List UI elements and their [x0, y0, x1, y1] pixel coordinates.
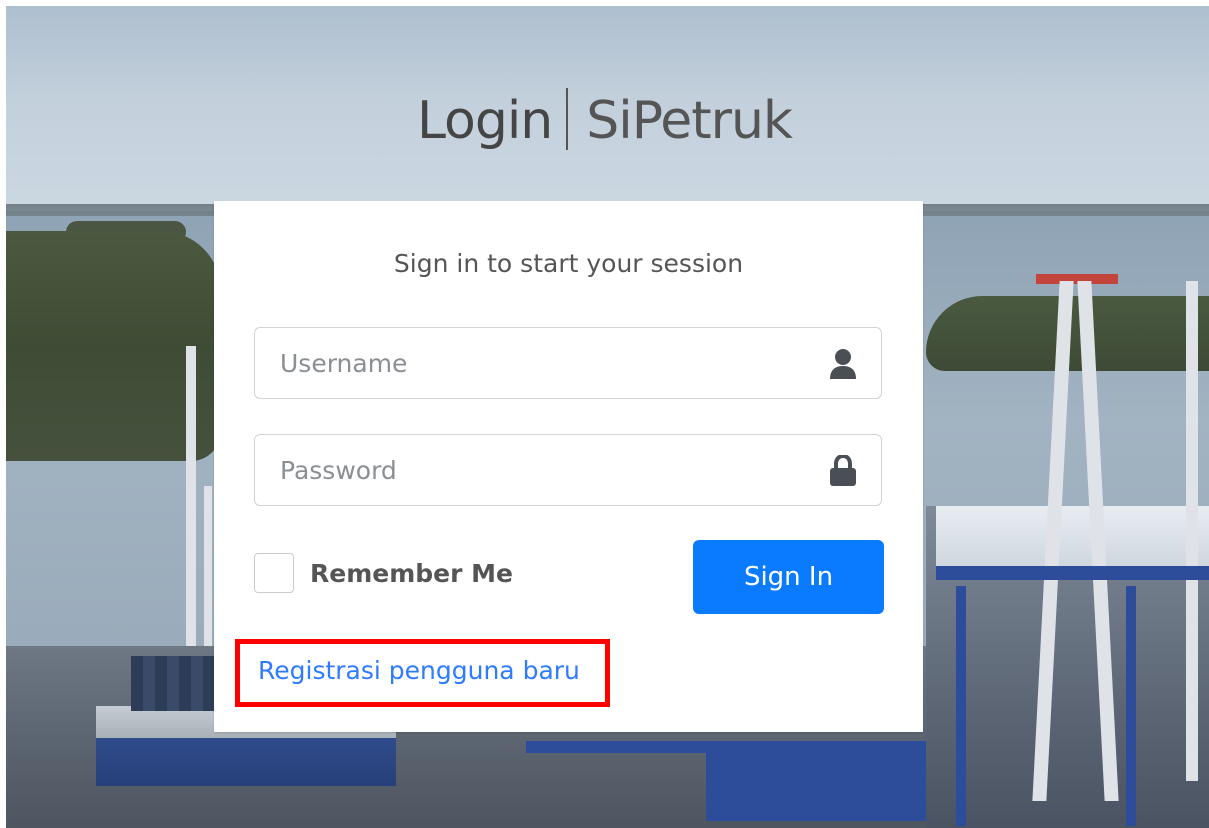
- sign-in-button[interactable]: Sign In: [693, 540, 884, 614]
- lock-icon: [830, 455, 856, 486]
- password-field[interactable]: [254, 434, 882, 506]
- title-separator: [566, 88, 569, 150]
- register-highlight: Registrasi pengguna baru: [235, 639, 610, 707]
- login-box-message: Sign in to start your session: [393, 249, 744, 278]
- username-input[interactable]: [255, 328, 815, 398]
- page-title-main: Login: [416, 91, 553, 151]
- username-field[interactable]: [254, 327, 882, 399]
- remember-me-label[interactable]: Remember Me: [310, 559, 513, 588]
- register-link[interactable]: Registrasi pengguna baru: [258, 656, 580, 685]
- remember-me-checkbox[interactable]: [254, 553, 294, 593]
- login-card: Sign in to start your session Remember M…: [214, 201, 923, 732]
- remember-me[interactable]: Remember Me: [254, 551, 513, 595]
- page-title: Login SiPetruk: [0, 88, 1209, 151]
- user-icon: [830, 349, 856, 379]
- page-title-app: SiPetruk: [586, 91, 793, 151]
- password-input[interactable]: [255, 435, 815, 505]
